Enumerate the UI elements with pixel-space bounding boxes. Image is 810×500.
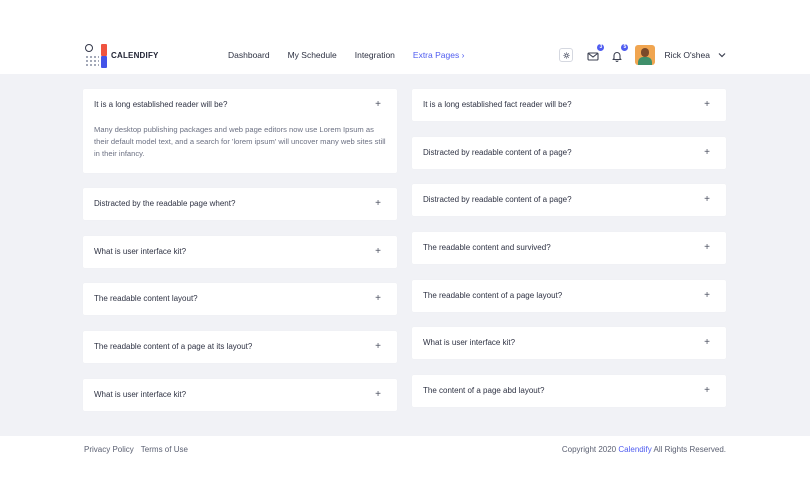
faq-question[interactable]: The readable content of a page layout? (423, 291, 562, 300)
mail-icon (587, 52, 599, 61)
header: CALENDIFY Dashboard My Schedule Integrat… (0, 36, 810, 74)
faq-item[interactable]: What is user interface kit? + (83, 379, 397, 411)
nav-extra-pages[interactable]: Extra Pages › (413, 50, 465, 60)
faq-item[interactable]: The readable content layout? + (83, 283, 397, 315)
faq-item[interactable]: It is a long established reader will be?… (83, 89, 397, 173)
avatar[interactable] (635, 45, 656, 65)
faq-item[interactable]: What is user interface kit? + (83, 236, 397, 268)
faq-question[interactable]: Distracted by the readable page whent? (94, 199, 235, 208)
brand-logo[interactable]: CALENDIFY (84, 42, 159, 68)
faq-question[interactable]: What is user interface kit? (423, 338, 515, 347)
expand-toggle-icon[interactable]: + (375, 99, 381, 111)
bell-icon (612, 52, 622, 62)
copyright-brand-link[interactable]: Calendify (618, 445, 651, 454)
expand-toggle-icon[interactable]: + (704, 194, 710, 206)
faq-item[interactable]: Distracted by readable content of a page… (412, 184, 726, 216)
brand-name: CALENDIFY (111, 50, 159, 60)
faq-question[interactable]: What is user interface kit? (94, 247, 186, 256)
settings-button[interactable] (559, 48, 574, 62)
faq-question[interactable]: It is a long established reader will be? (94, 100, 227, 109)
faq-question[interactable]: The readable content and survived? (423, 243, 551, 252)
faq-question[interactable]: The content of a page abd layout? (423, 386, 544, 395)
nav-integration[interactable]: Integration (355, 50, 395, 60)
faq-question[interactable]: It is a long established fact reader wil… (423, 100, 572, 109)
expand-toggle-icon[interactable]: + (704, 147, 710, 159)
faq-section: It is a long established reader will be?… (0, 74, 810, 436)
copyright-prefix: Copyright 2020 (561, 445, 617, 454)
footer-links: Privacy Policy Terms of Use (84, 445, 195, 454)
faq-item[interactable]: The readable content and survived? + (412, 232, 726, 264)
nav-my-schedule[interactable]: My Schedule (288, 50, 337, 60)
faq-question[interactable]: Distracted by readable content of a page… (423, 195, 572, 204)
gear-icon (563, 51, 570, 59)
faq-item[interactable]: The readable content of a page layout? + (412, 280, 726, 312)
expand-toggle-icon[interactable]: + (375, 198, 381, 210)
faq-item[interactable]: What is user interface kit? + (412, 327, 726, 359)
mail-badge: 3 (597, 44, 605, 51)
expand-toggle-icon[interactable]: + (704, 242, 710, 254)
faq-answer: Many desktop publishing packages and web… (94, 125, 386, 158)
mail-button[interactable]: 3 (587, 44, 605, 61)
faq-question[interactable]: What is user interface kit? (94, 390, 186, 399)
copyright: Copyright 2020 Calendify All Rights Rese… (562, 445, 726, 454)
expand-toggle-icon[interactable]: + (704, 290, 710, 302)
top-spacer (0, 0, 810, 36)
faq-question[interactable]: Distracted by readable content of a page… (423, 148, 572, 157)
terms-of-use-link[interactable]: Terms of Use (141, 445, 188, 454)
main-nav: Dashboard My Schedule Integration Extra … (228, 36, 482, 74)
logo-mark-icon (84, 42, 108, 68)
faq-item[interactable]: The content of a page abd layout? + (412, 375, 726, 407)
nav-dashboard[interactable]: Dashboard (228, 50, 270, 60)
header-tools: 3 5 Rick O'shea (559, 36, 726, 74)
faq-question[interactable]: The readable content of a page at its la… (94, 342, 252, 351)
expand-toggle-icon[interactable]: + (375, 389, 381, 401)
notifications-button[interactable]: 5 (611, 44, 629, 62)
chevron-down-icon[interactable] (718, 52, 726, 58)
expand-toggle-icon[interactable]: + (704, 337, 710, 349)
expand-toggle-icon[interactable]: + (375, 246, 381, 258)
user-name[interactable]: Rick O'shea (664, 50, 710, 60)
faq-item[interactable]: Distracted by the readable page whent? + (83, 188, 397, 220)
expand-toggle-icon[interactable]: + (375, 341, 381, 353)
expand-toggle-icon[interactable]: + (375, 293, 381, 305)
privacy-policy-link[interactable]: Privacy Policy (84, 445, 134, 454)
footer: Privacy Policy Terms of Use Copyright 20… (0, 436, 810, 500)
faq-item[interactable]: The readable content of a page at its la… (83, 331, 397, 363)
expand-toggle-icon[interactable]: + (704, 385, 710, 397)
expand-toggle-icon[interactable]: + (704, 99, 710, 111)
faq-item[interactable]: It is a long established fact reader wil… (412, 89, 726, 121)
faq-item[interactable]: Distracted by readable content of a page… (412, 137, 726, 169)
copyright-suffix: All Rights Reserved. (653, 445, 726, 454)
bell-badge: 5 (621, 44, 629, 51)
faq-question[interactable]: The readable content layout? (94, 294, 198, 303)
